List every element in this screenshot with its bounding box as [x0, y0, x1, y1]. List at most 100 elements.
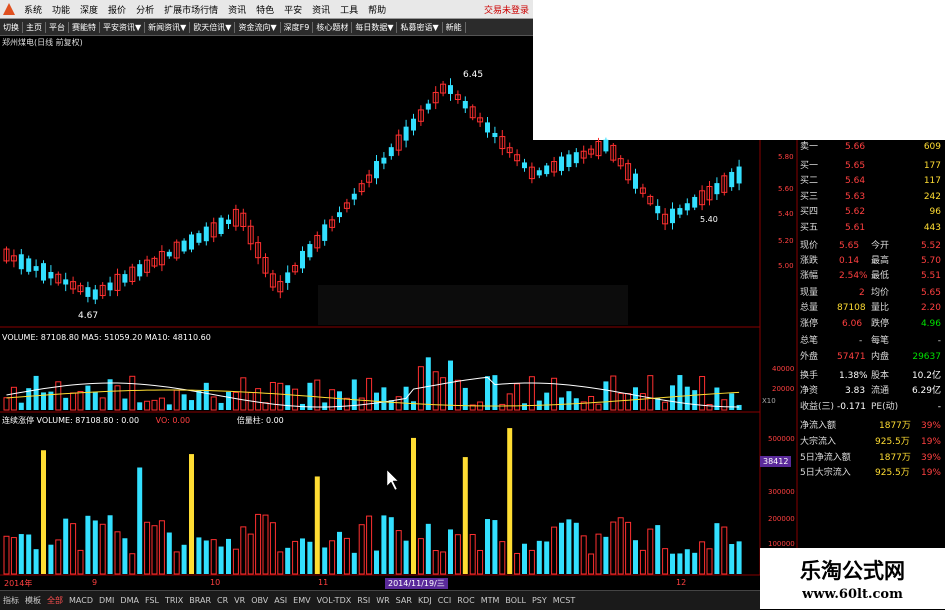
- fin-value: 10.2亿: [911, 371, 941, 381]
- flow-percent: 19%: [920, 437, 941, 447]
- stat-label: 总量: [800, 303, 819, 313]
- volume-bar: [343, 397, 350, 411]
- price-axis-label: 5.40: [778, 210, 794, 218]
- indicator-header: 连续涨停 VOLUME: 87108.80 : 0.00 VO: 0.00 倍量…: [2, 415, 284, 426]
- candle-body: [33, 266, 39, 271]
- volume-bar: [189, 400, 194, 410]
- tab-wr[interactable]: WR: [373, 596, 392, 605]
- candle-body: [322, 224, 328, 241]
- candle-body: [381, 157, 387, 164]
- tab-all[interactable]: 全部: [44, 595, 66, 606]
- tab-dmi[interactable]: DMI: [96, 596, 117, 605]
- indicator-bar: [662, 548, 669, 575]
- volume-bar: [292, 388, 299, 411]
- volume-bar: [144, 400, 151, 411]
- volume-bar: [314, 379, 321, 411]
- tab-mcst[interactable]: MCST: [550, 596, 578, 605]
- volume-bar: [544, 392, 550, 410]
- volume-bar: [462, 387, 468, 410]
- tab-roc[interactable]: ROC: [454, 596, 477, 605]
- tab-boll[interactable]: BOLL: [502, 596, 529, 605]
- candle-body: [226, 219, 231, 224]
- indicator-bar: [314, 476, 320, 574]
- candle-body: [633, 173, 638, 189]
- volume-bar: [411, 401, 416, 410]
- price-axis-label: 5.60: [778, 185, 794, 193]
- stat-row: 外盘 57471 内盘 29637: [797, 350, 945, 364]
- tab-obv[interactable]: OBV: [248, 596, 271, 605]
- stat-value: 5.65: [839, 241, 860, 251]
- indicator-bar: [189, 454, 194, 574]
- tab-cci[interactable]: CCI: [435, 596, 455, 605]
- indicator-bar: [33, 549, 39, 574]
- volume-bar: [522, 403, 527, 410]
- fin-value: -0.171: [837, 402, 867, 412]
- indicator-extra: 倍量柱: 0.00: [236, 416, 284, 425]
- stat-value: 87108: [837, 303, 866, 313]
- cursor-date-label: 2014/11/19/三: [385, 578, 448, 589]
- buy-row: 买二 5.64 117: [797, 174, 945, 188]
- indicator-bar: [403, 540, 409, 574]
- tab-rsi[interactable]: RSI: [354, 596, 373, 605]
- indicator-bar: [603, 536, 609, 574]
- candle-body: [462, 100, 468, 109]
- ma5-line: [6, 376, 740, 408]
- tab-templates[interactable]: 模板: [22, 595, 44, 606]
- candle-body: [189, 234, 194, 250]
- indicator-name: 连续涨停: [2, 416, 34, 425]
- volume-bar: [277, 382, 284, 411]
- candle-body: [300, 250, 305, 269]
- fin-row: 净资 3.83 流通 6.29亿: [797, 384, 945, 398]
- tab-kdj[interactable]: KDJ: [415, 596, 435, 605]
- stat-value: 5.70: [920, 256, 941, 266]
- indicator-bar: [528, 549, 535, 575]
- volume-bar: [269, 381, 276, 411]
- volume-bar: [99, 397, 106, 411]
- volume-bar: [196, 390, 202, 410]
- indicator-bar: [151, 525, 158, 575]
- volume-bar: [181, 394, 187, 410]
- volume-bar: [492, 375, 498, 410]
- tab-cr[interactable]: CR: [214, 596, 231, 605]
- tab-emv[interactable]: EMV: [290, 596, 313, 605]
- indicator-bar: [158, 520, 165, 575]
- flow-row: 5日净流入额 1877万 39%: [797, 451, 945, 465]
- indicator-bar: [10, 537, 17, 575]
- indicator-bar: [85, 515, 91, 574]
- volume-axis-label: 40000: [772, 365, 795, 373]
- tab-dma[interactable]: DMA: [117, 596, 142, 605]
- tab-vol-tdx[interactable]: VOL-TDX: [314, 596, 355, 605]
- tab-indicators[interactable]: 指标: [0, 595, 22, 606]
- volume-bar: [33, 375, 39, 410]
- stat-row: 现价 5.65 今开 5.52: [797, 239, 945, 253]
- stat-row: 涨幅 2.54% 最低 5.51: [797, 269, 945, 283]
- indicator-bar: [706, 548, 713, 575]
- indicator-axis-label: 100000: [768, 540, 795, 548]
- stat-label: 今开: [871, 241, 890, 251]
- stat-label: 最低: [871, 271, 890, 281]
- indicator-bar: [462, 457, 468, 574]
- tab-brar[interactable]: BRAR: [186, 596, 214, 605]
- volume-bar: [240, 377, 247, 411]
- buy-volume: 177: [923, 161, 941, 171]
- flow-value: 1877万: [879, 421, 911, 431]
- candle-body: [307, 244, 313, 258]
- tab-asi[interactable]: ASI: [271, 596, 290, 605]
- candle-body: [411, 118, 416, 131]
- candle-body: [485, 122, 490, 133]
- tab-psy[interactable]: PSY: [529, 596, 550, 605]
- time-axis-label: 2014年: [4, 579, 33, 588]
- volume-bar: [166, 404, 172, 410]
- indicator-bar: [729, 544, 735, 574]
- tab-sar[interactable]: SAR: [393, 596, 415, 605]
- tab-vr[interactable]: VR: [231, 596, 248, 605]
- candle-body: [196, 233, 202, 243]
- tab-fsl[interactable]: FSL: [142, 596, 162, 605]
- tab-trix[interactable]: TRIX: [162, 596, 186, 605]
- indicator-bar: [580, 535, 587, 575]
- volume-bar: [595, 403, 602, 411]
- tab-macd[interactable]: MACD: [66, 596, 96, 605]
- candle-body: [166, 251, 172, 257]
- indicator-bar: [699, 541, 706, 575]
- tab-mtm[interactable]: MTM: [478, 596, 503, 605]
